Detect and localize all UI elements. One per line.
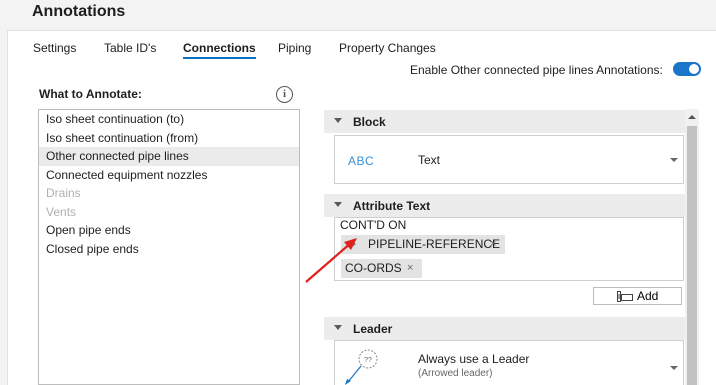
chevron-down-icon bbox=[670, 158, 678, 162]
collapse-triangle-icon bbox=[334, 202, 342, 207]
abc-text-icon: ABC bbox=[348, 154, 375, 168]
tab-piping[interactable]: Piping bbox=[278, 41, 311, 57]
add-attribute-button[interactable]: Add bbox=[593, 287, 682, 305]
collapse-triangle-icon bbox=[334, 118, 342, 123]
add-attribute-icon bbox=[617, 291, 633, 302]
list-item-vents: Vents bbox=[46, 204, 77, 219]
chevron-down-icon bbox=[670, 366, 678, 370]
annotation-arrow-icon bbox=[305, 238, 357, 283]
tab-table-ids[interactable]: Table ID's bbox=[104, 41, 156, 57]
collapse-triangle-icon bbox=[334, 325, 342, 330]
attribute-chip[interactable]: PIPELINE-REFERENCE × bbox=[341, 235, 505, 254]
block-header-label: Block bbox=[353, 115, 386, 129]
list-item-iso-to[interactable]: Iso sheet continuation (to) bbox=[39, 110, 299, 129]
remove-chip-icon[interactable]: × bbox=[490, 235, 496, 254]
title-bar: Annotations bbox=[0, 0, 716, 30]
tab-settings[interactable]: Settings bbox=[33, 41, 76, 57]
leader-icon-text: ?? bbox=[364, 357, 372, 364]
info-icon[interactable]: i bbox=[276, 86, 293, 103]
leader-value: Always use a Leader bbox=[418, 352, 530, 366]
tab-bar: Settings Table ID's Connections Piping P… bbox=[7, 30, 716, 60]
scroll-up-icon[interactable] bbox=[688, 115, 696, 119]
tab-property-changes[interactable]: Property Changes bbox=[339, 41, 436, 57]
chip-label: PIPELINE-REFERENCE bbox=[368, 237, 501, 251]
tab-connections[interactable]: Connections bbox=[183, 41, 256, 59]
attribute-prefix-text: CONT'D ON bbox=[340, 218, 407, 232]
attribute-text-header-label: Attribute Text bbox=[353, 199, 431, 213]
list-item-closed-pipe-ends[interactable]: Closed pipe ends bbox=[39, 240, 299, 259]
annotate-list: Iso sheet continuation (to) Iso sheet co… bbox=[38, 109, 300, 385]
list-item-drains: Drains bbox=[46, 186, 81, 200]
block-select[interactable]: ABC Text bbox=[334, 135, 684, 184]
list-item-open-pipe-ends[interactable]: Open pipe ends bbox=[39, 221, 299, 240]
page-title: Annotations bbox=[32, 3, 126, 20]
right-scrollbar[interactable] bbox=[685, 109, 699, 385]
enable-annotations-toggle[interactable] bbox=[673, 62, 701, 76]
leader-arrow-icon: ?? bbox=[345, 349, 378, 385]
what-to-annotate-title: What to Annotate: bbox=[39, 87, 142, 101]
leader-section-header[interactable]: Leader bbox=[324, 317, 685, 340]
list-item-iso-from[interactable]: Iso sheet continuation (from) bbox=[39, 129, 299, 148]
block-section-header[interactable]: Block bbox=[324, 110, 685, 133]
add-button-label: Add bbox=[637, 289, 659, 303]
list-item-other-connected[interactable]: Other connected pipe lines bbox=[39, 147, 299, 166]
leader-header-label: Leader bbox=[353, 322, 393, 336]
leader-subvalue: (Arrowed leader) bbox=[418, 368, 493, 379]
scrollbar-thumb[interactable] bbox=[687, 126, 697, 385]
enable-annotations-label: Enable Other connected pipe lines Annota… bbox=[410, 63, 663, 77]
remove-chip-icon[interactable]: × bbox=[407, 259, 413, 278]
block-value: Text bbox=[418, 153, 441, 167]
attribute-text-section-header[interactable]: Attribute Text bbox=[324, 194, 685, 217]
list-item-equipment-nozzles[interactable]: Connected equipment nozzles bbox=[39, 166, 299, 185]
